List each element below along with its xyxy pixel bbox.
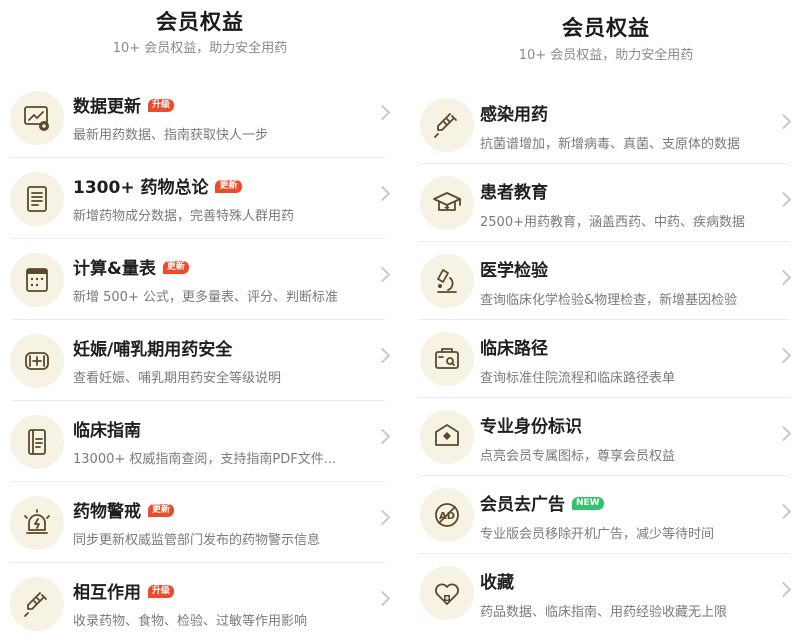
benefit-item[interactable]: 妊娠/哺乳期用药安全查看妊娠、哺乳期用药安全等级说明 bbox=[0, 320, 400, 401]
favorite-icon bbox=[420, 566, 474, 620]
benefit-title: 数据更新 升级 bbox=[73, 92, 175, 117]
benefit-description: 新增 500+ 公式，更多量表、评分、判断标准 bbox=[73, 290, 338, 305]
benefit-description: 抗菌谱增加，新增病毒、真菌、支原体的数据 bbox=[480, 137, 741, 152]
ad-block-icon: AD bbox=[420, 488, 474, 542]
benefit-title: 临床路径 bbox=[480, 334, 548, 359]
benefit-description: 药品数据、临床指南、用药经验收藏无上限 bbox=[480, 605, 728, 620]
benefit-title: 医学检验 bbox=[480, 256, 548, 281]
benefit-item[interactable]: 感染用药抗菌谱增加，新增病毒、真菌、支原体的数据 bbox=[409, 86, 803, 164]
guide-book-icon bbox=[10, 415, 64, 469]
benefit-list: 感染用药抗菌谱增加，新增病毒、真菌、支原体的数据患者教育 2500+用药教育，涵盖… bbox=[409, 86, 803, 632]
chevron-right-icon bbox=[775, 347, 792, 364]
benefit-item[interactable]: 专业身份标识点亮会员专属图标，尊享会员权益 bbox=[409, 398, 803, 476]
status-badge: 更新 bbox=[148, 503, 175, 517]
benefit-item[interactable]: 相互作用 升级收录药物、食物、检验、过敏等作用影响 bbox=[0, 563, 400, 644]
chevron-right-icon bbox=[374, 185, 391, 202]
benefit-item[interactable]: 1300+ 药物总论 更新新增药物成分数据，完善特殊人群用药 bbox=[0, 158, 400, 239]
benefit-description: 新增药物成分数据，完善特殊人群用药 bbox=[73, 209, 295, 224]
chevron-right-icon bbox=[374, 266, 391, 283]
syringe-icon bbox=[420, 98, 474, 152]
benefit-item[interactable]: AD 会员去广告 NEW 专业版会员移除开机广告，减少等待时间 bbox=[409, 476, 803, 554]
page-title: 会员权益 bbox=[156, 10, 244, 34]
document-icon bbox=[10, 172, 64, 226]
pregnancy-safety-icon bbox=[10, 334, 64, 388]
benefit-item[interactable]: 临床指南 13000+ 权威指南查阅，支持指南PDF文件... bbox=[0, 401, 400, 482]
benefit-item[interactable]: 药物警戒 更新同步更新权威监管部门发布的药物警示信息 bbox=[0, 482, 400, 563]
status-badge: 更新 bbox=[162, 260, 189, 274]
benefit-description: 13000+ 权威指南查阅，支持指南PDF文件... bbox=[73, 452, 337, 467]
right-panel: 会员权益 10+ 会员权益，助力安全用药 感染用药抗菌谱增加，新增病毒、真菌、支… bbox=[409, 0, 803, 630]
chevron-right-icon bbox=[775, 113, 792, 130]
status-badge: 更新 bbox=[215, 179, 242, 193]
benefit-description: 专业版会员移除开机广告，减少等待时间 bbox=[480, 527, 715, 542]
left-panel: 会员权益 10+ 会员权益，助力安全用药 数据更新 升级 最新用药数据、指南获取快人… bbox=[0, 0, 400, 631]
benefit-title: 专业身份标识 bbox=[480, 412, 582, 437]
benefit-title-text: 药物警戒 bbox=[73, 502, 141, 522]
syringe-interaction-icon bbox=[10, 577, 64, 631]
benefit-title-text: 患者教育 bbox=[480, 183, 548, 203]
calculator-icon bbox=[10, 253, 64, 307]
benefit-title: 患者教育 bbox=[480, 178, 548, 203]
benefit-description: 查询标准住院流程和临床路径表单 bbox=[480, 371, 676, 386]
benefit-item[interactable]: 临床路径查询标准住院流程和临床路径表单 bbox=[409, 320, 803, 398]
chart-update-icon bbox=[10, 91, 64, 145]
benefit-description: 查看妊娠、哺乳期用药安全等级说明 bbox=[73, 371, 282, 386]
chevron-right-icon bbox=[374, 104, 391, 121]
page-subtitle: 10+ 会员权益，助力安全用药 bbox=[112, 41, 288, 56]
microscope-icon bbox=[420, 254, 474, 308]
chevron-right-icon bbox=[374, 347, 391, 364]
benefit-title: 相互作用 升级 bbox=[73, 578, 175, 603]
benefit-title-text: 医学检验 bbox=[480, 261, 548, 281]
benefit-title-text: 临床路径 bbox=[480, 339, 548, 359]
benefit-title-text: 计算&量表 bbox=[73, 259, 156, 279]
benefit-title-text: 妊娠/哺乳期用药安全 bbox=[73, 340, 233, 360]
benefit-description: 同步更新权威监管部门发布的药物警示信息 bbox=[73, 533, 321, 548]
benefit-item[interactable]: 医学检验查询临床化学检验&物理检查，新增基因检验 bbox=[409, 242, 803, 320]
benefit-title-text: 会员去广告 bbox=[480, 495, 565, 515]
chevron-right-icon bbox=[775, 191, 792, 208]
benefit-title-text: 相互作用 bbox=[73, 583, 141, 603]
benefit-title: 感染用药 bbox=[480, 100, 548, 125]
benefit-description: 收录药物、食物、检验、过敏等作用影响 bbox=[73, 614, 308, 629]
benefit-title: 1300+ 药物总论 更新 bbox=[73, 173, 242, 198]
benefit-description: 2500+用药教育，涵盖西药、中药、疾病数据 bbox=[480, 215, 745, 230]
benefit-description: 最新用药数据、指南获取快人一步 bbox=[73, 128, 269, 143]
benefit-title: 计算&量表 更新 bbox=[73, 254, 189, 279]
graduation-cap-icon bbox=[420, 176, 474, 230]
chevron-right-icon bbox=[775, 269, 792, 286]
chevron-right-icon bbox=[374, 509, 391, 526]
page-title: 会员权益 bbox=[562, 16, 650, 40]
chevron-right-icon bbox=[374, 428, 391, 445]
benefit-title: 会员去广告 NEW bbox=[480, 490, 604, 515]
benefit-description: 点亮会员专属图标，尊享会员权益 bbox=[480, 449, 676, 464]
benefit-title-text: 临床指南 bbox=[73, 421, 141, 441]
benefit-title-text: 1300+ 药物总论 bbox=[73, 178, 209, 198]
benefit-item[interactable]: 计算&量表 更新新增 500+ 公式，更多量表、评分、判断标准 bbox=[0, 239, 400, 320]
benefit-title: 妊娠/哺乳期用药安全 bbox=[73, 335, 232, 360]
benefit-list: 数据更新 升级 最新用药数据、指南获取快人一步 1300+ 药物总论 更新 新增药物成分数… bbox=[0, 77, 400, 644]
clinical-path-icon bbox=[420, 332, 474, 386]
chevron-right-icon bbox=[775, 581, 792, 598]
identity-badge-icon bbox=[420, 410, 474, 464]
benefit-title: 临床指南 bbox=[73, 416, 141, 441]
benefit-title-text: 感染用药 bbox=[480, 105, 548, 125]
benefit-item[interactable]: 数据更新 升级最新用药数据、指南获取快人一步 bbox=[0, 77, 400, 158]
benefit-title-text: 收藏 bbox=[480, 573, 514, 593]
benefit-item[interactable]: 收藏药品数据、临床指南、用药经验收藏无上限 bbox=[409, 554, 803, 632]
benefit-item[interactable]: 患者教育 2500+用药教育，涵盖西药、中药、疾病数据 bbox=[409, 164, 803, 242]
chevron-right-icon bbox=[374, 590, 391, 607]
chevron-right-icon bbox=[775, 503, 792, 520]
alarm-icon bbox=[10, 496, 64, 550]
benefit-title: 药物警戒 更新 bbox=[73, 497, 175, 522]
benefit-title-text: 专业身份标识 bbox=[480, 417, 582, 437]
benefit-description: 查询临床化学检验&物理检查，新增基因检验 bbox=[480, 293, 738, 308]
status-badge: 升级 bbox=[148, 584, 175, 598]
benefit-title: 收藏 bbox=[480, 568, 514, 593]
page-subtitle: 10+ 会员权益，助力安全用药 bbox=[518, 48, 694, 63]
status-badge: 升级 bbox=[148, 98, 175, 112]
status-badge: NEW bbox=[572, 496, 604, 510]
chevron-right-icon bbox=[775, 425, 792, 442]
benefit-title-text: 数据更新 bbox=[73, 97, 141, 117]
